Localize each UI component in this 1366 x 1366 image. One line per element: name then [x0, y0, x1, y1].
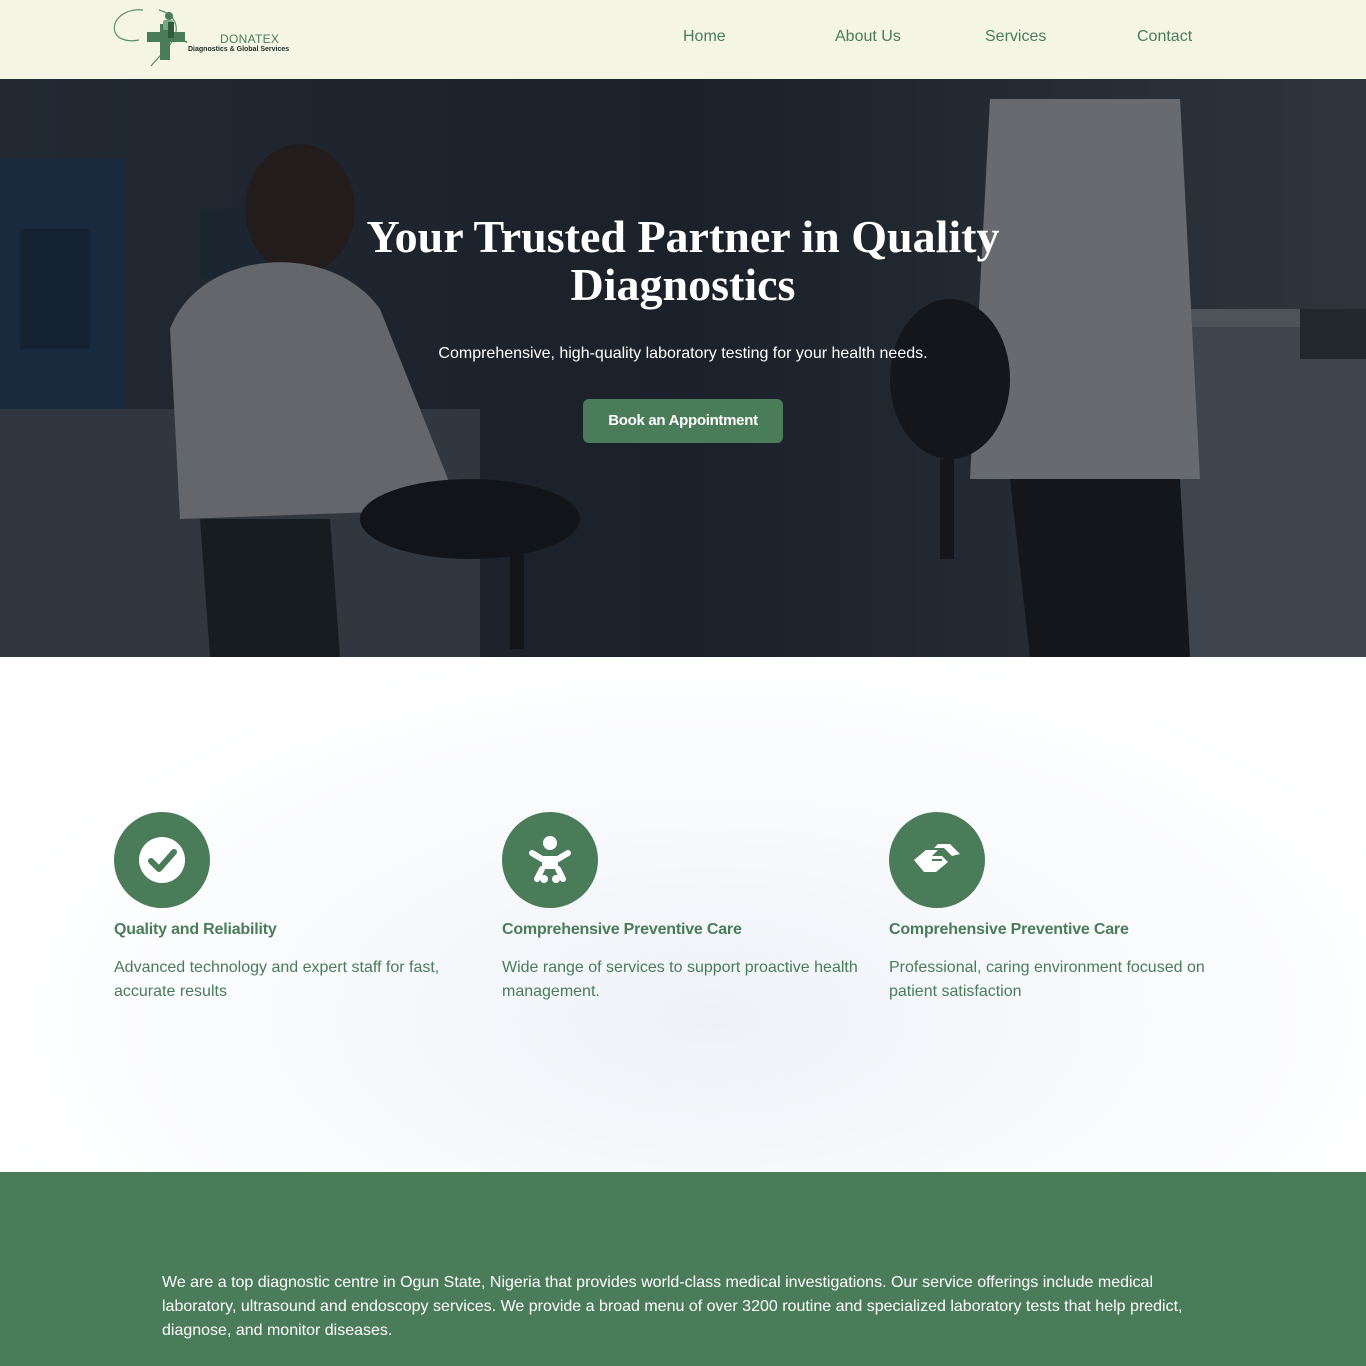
hero-title: Your Trusted Partner in Quality Diagnost…	[366, 211, 1000, 310]
hero-subtitle: Comprehensive, high-quality laboratory t…	[438, 345, 928, 362]
feature-text: Professional, caring environment focused…	[889, 959, 1205, 1000]
feature-card: Comprehensive Preventive Care Wide range…	[502, 812, 862, 1004]
book-appointment-button[interactable]: Book an Appointment	[583, 399, 783, 443]
nav-services[interactable]: Services	[985, 28, 1046, 46]
feature-text: Wide range of services to support proact…	[502, 959, 858, 1000]
nav-home[interactable]: Home	[683, 28, 726, 46]
feature-card: Comprehensive Preventive Care Profession…	[889, 812, 1249, 1004]
feature-title: Comprehensive Preventive Care	[889, 921, 1129, 938]
feature-text: Advanced technology and expert staff for…	[114, 959, 440, 1000]
check-circle-icon	[114, 812, 210, 908]
about-paragraph: We are a top diagnostic centre in Ogun S…	[162, 1274, 1183, 1339]
feature-title: Comprehensive Preventive Care	[502, 921, 742, 938]
nav-contact[interactable]: Contact	[1137, 28, 1192, 46]
handshake-icon	[889, 812, 985, 908]
feature-title: Quality and Reliability	[114, 921, 277, 938]
main-nav: Home About Us Services Contact	[0, 28, 1366, 50]
hero-overlay	[0, 79, 1366, 657]
features-section: Quality and Reliability Advanced technol…	[0, 657, 1366, 1172]
baby-icon	[502, 812, 598, 908]
feature-card: Quality and Reliability Advanced technol…	[114, 812, 474, 1004]
site-header: DONATEX Diagnostics & Global Services Ho…	[0, 0, 1366, 79]
about-section: We are a top diagnostic centre in Ogun S…	[0, 1172, 1366, 1366]
hero-section: Your Trusted Partner in Quality Diagnost…	[0, 79, 1366, 657]
nav-about-us[interactable]: About Us	[835, 28, 901, 46]
